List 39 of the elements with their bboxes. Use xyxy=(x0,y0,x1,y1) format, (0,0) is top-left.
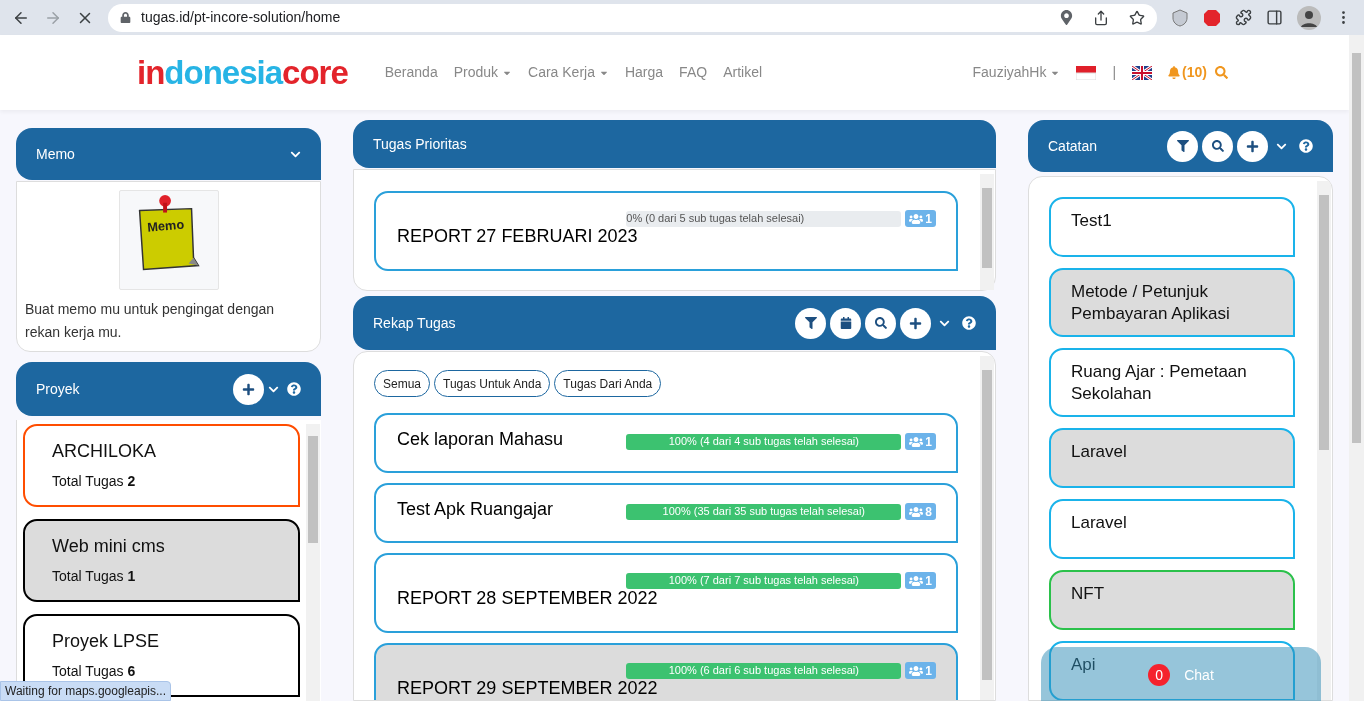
panel-title: Catatan xyxy=(1048,136,1098,156)
task-title: REPORT 29 SEPTEMBER 2022 xyxy=(397,678,658,698)
member-badge: 1 xyxy=(905,662,936,679)
panel-title: Tugas Prioritas xyxy=(373,134,467,154)
url-text: tugas.id/pt-incore-solution/home xyxy=(141,8,341,27)
note-title: Laravel xyxy=(1071,512,1127,534)
note-title: Test1 xyxy=(1071,210,1112,232)
panel-title: Rekap Tugas xyxy=(373,313,456,333)
status-tooltip: Waiting for maps.googleapis... xyxy=(0,681,171,701)
task-title: REPORT 27 FEBRUARI 2023 xyxy=(397,226,638,246)
progress-label: 100% (4 dari 4 sub tugas telah selesai) xyxy=(667,434,860,450)
task-title: REPORT 28 SEPTEMBER 2022 xyxy=(397,588,658,608)
separator-text: | xyxy=(1112,63,1117,82)
project-task-count: Total Tugas 1 xyxy=(52,567,137,586)
project-name: Web mini cms xyxy=(52,535,166,558)
task-title: Cek laporan Mahasu xyxy=(397,428,564,451)
note-title: Metode / Petunjuk Pembayaran Aplikasi xyxy=(1071,281,1231,325)
progress-label: 100% (35 dari 35 sub tugas telah selesai) xyxy=(661,504,866,520)
note-title: Ruang Ajar : Pemetaan Sekolahan xyxy=(1071,361,1248,405)
progress-label: 100% (7 dari 7 sub tugas telah selesai) xyxy=(667,573,860,589)
project-task-count: Total Tugas 2 xyxy=(52,472,137,491)
member-badge: 1 xyxy=(905,572,936,589)
memo-note-drawing: Memo xyxy=(118,190,219,290)
member-badge: 1 xyxy=(905,210,936,227)
note-title: NFT xyxy=(1071,583,1105,605)
panel-title: Proyek xyxy=(36,379,80,399)
member-badge: 8 xyxy=(905,503,936,520)
project-name: ARCHILOKA xyxy=(52,440,158,463)
note-title: Laravel xyxy=(1071,441,1127,463)
chat-label: Chat xyxy=(1184,666,1214,685)
panel-title: Memo xyxy=(36,144,75,164)
member-badge: 1 xyxy=(905,433,936,450)
progress-label: 0% (0 dari 5 sub tugas telah selesai) xyxy=(626,211,806,227)
progress-label: 100% (6 dari 6 sub tugas telah selesai) xyxy=(667,663,860,679)
project-task-count: Total Tugas 6 xyxy=(52,662,137,681)
memo-description: Buat memo mu untuk pengingat dengan rekan kerja mu. xyxy=(24,300,276,342)
project-name: Proyek LPSE xyxy=(52,630,161,653)
note-title: Api xyxy=(1071,654,1096,676)
task-title: Test Apk Ruangajar xyxy=(397,498,554,521)
